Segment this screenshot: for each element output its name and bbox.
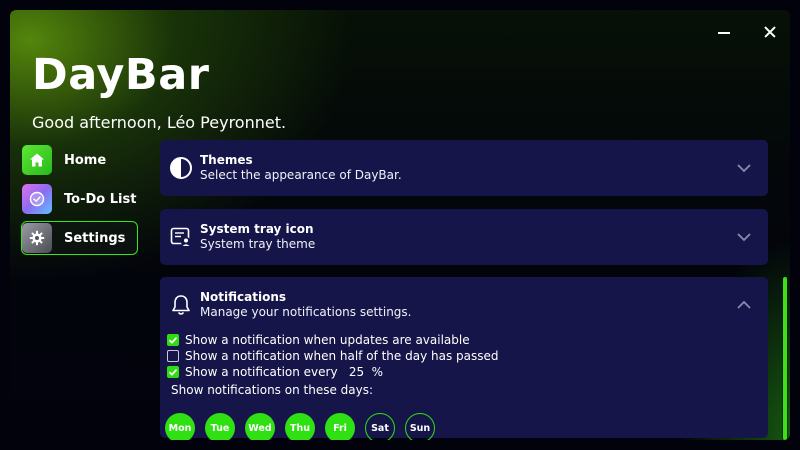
todo-icon [22,184,52,214]
nav-item-home[interactable]: Home [22,143,140,177]
notifications-card: Notifications Manage your notifications … [160,277,768,440]
nav-item-label: Home [64,152,107,168]
sidebar-nav: Home To-Do List Settings [21,143,140,260]
themes-card[interactable]: Themes Select the appearance of DayBar. [160,140,768,196]
card-title: Themes [200,153,253,167]
option-label: Show a notification every [185,365,338,379]
day-toggle-tue[interactable]: Tue [205,413,235,440]
nav-item-settings[interactable]: Settings [21,221,138,255]
tray-settings-icon [168,224,194,250]
notifications-options: Show a notification when updates are ava… [165,332,499,440]
nav-item-label: Settings [64,230,126,246]
theme-contrast-icon [168,155,194,181]
card-subtitle: System tray theme [200,237,316,251]
chevron-down-icon[interactable] [736,229,752,245]
bell-icon [168,292,194,318]
checkbox-checked[interactable] [167,366,179,378]
nav-item-todo[interactable]: To-Do List [22,182,140,216]
app-window: DayBar Good afternoon, Léo Peyronnet. Ho… [10,10,790,440]
window-controls [716,24,778,40]
day-toggle-sun[interactable]: Sun [405,413,435,440]
half-day-notification-option[interactable]: Show a notification when half of the day… [167,348,499,364]
card-title: System tray icon [200,222,314,236]
day-toggle-thu[interactable]: Thu [285,413,315,440]
day-selector: Mon Tue Wed Thu Fri Sat Sun [165,413,499,440]
day-toggle-wed[interactable]: Wed [245,413,275,440]
notifications-card-header[interactable]: Notifications Manage your notifications … [168,277,412,333]
app-title: DayBar [32,50,210,100]
card-subtitle: Manage your notifications settings. [200,305,412,319]
tray-card-header: System tray icon System tray theme [168,209,315,265]
card-title: Notifications [200,290,287,304]
interval-notification-option[interactable]: Show a notification every 25 % [167,364,499,380]
day-toggle-fri[interactable]: Fri [325,413,355,440]
day-toggle-sat[interactable]: Sat [365,413,395,440]
home-icon [22,145,52,175]
themes-card-header: Themes Select the appearance of DayBar. [168,140,402,196]
card-subtitle: Select the appearance of DayBar. [200,168,402,182]
scrollbar-thumb[interactable] [783,277,787,440]
option-label: Show a notification when updates are ava… [185,333,470,347]
day-toggle-mon[interactable]: Mon [165,413,195,440]
scrollbar[interactable] [782,277,788,440]
close-icon[interactable] [762,24,778,40]
option-label: Show a notification when half of the day… [185,349,499,363]
system-tray-card[interactable]: System tray icon System tray theme [160,209,768,265]
days-label: Show notifications on these days: [171,383,374,397]
interval-input[interactable]: 25 [344,365,370,379]
chevron-up-icon[interactable] [736,297,752,313]
greeting-text: Good afternoon, Léo Peyronnet. [32,113,287,132]
update-notification-option[interactable]: Show a notification when updates are ava… [167,332,499,348]
checkbox-unchecked[interactable] [167,350,179,362]
minimize-icon[interactable] [716,24,732,40]
chevron-down-icon[interactable] [736,160,752,176]
checkbox-checked[interactable] [167,334,179,346]
gear-icon [22,223,52,253]
interval-unit: % [371,365,383,379]
nav-item-label: To-Do List [64,191,137,207]
